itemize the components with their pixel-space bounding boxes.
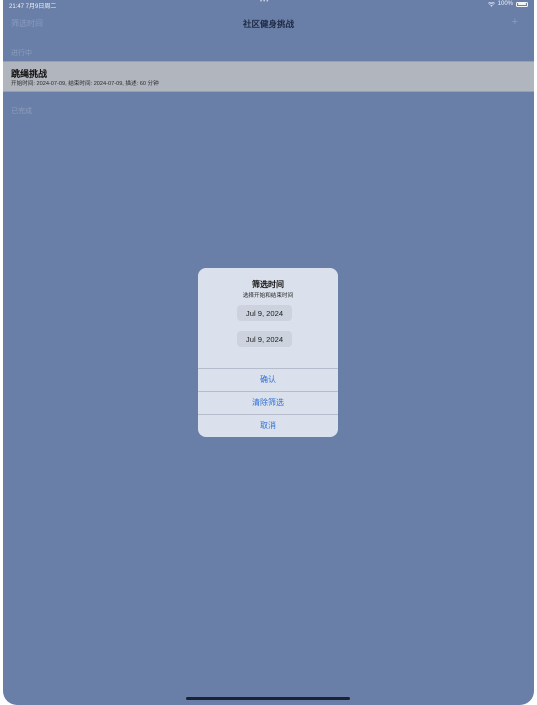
multitasking-dots-icon[interactable]: ••• bbox=[260, 0, 269, 5]
battery-icon bbox=[516, 1, 528, 7]
section-header-completed: 已完成 bbox=[11, 108, 32, 115]
challenge-details: 开始时间: 2024-07-09, 结束时间: 2024-07-09, 描述: … bbox=[11, 81, 159, 87]
page-title: 社区健身挑战 bbox=[242, 19, 294, 29]
status-time: 21:47 7月9日周二 bbox=[9, 4, 57, 10]
status-right: 100% bbox=[487, 1, 528, 7]
alert-title: 筛选时间 bbox=[252, 280, 284, 289]
confirm-button[interactable]: 确认 bbox=[198, 368, 338, 390]
app-screen: 21:47 7月9日周二 ••• 100% 筛选时间 社区健身挑战 + 进行中 … bbox=[3, 0, 534, 705]
list-item[interactable]: 跳绳挑战 开始时间: 2024-07-09, 结束时间: 2024-07-09,… bbox=[3, 61, 534, 92]
section-header-in-progress: 进行中 bbox=[11, 50, 32, 57]
navigation-bar: 筛选时间 社区健身挑战 + bbox=[3, 13, 534, 33]
status-bar: 21:47 7月9日周二 ••• 100% bbox=[3, 0, 534, 10]
wifi-icon bbox=[487, 1, 495, 7]
start-date-picker[interactable]: Jul 9, 2024 bbox=[237, 305, 292, 321]
clear-filter-button[interactable]: 清除筛选 bbox=[198, 391, 338, 413]
cancel-button[interactable]: 取消 bbox=[198, 414, 338, 436]
home-indicator[interactable] bbox=[186, 697, 350, 700]
filter-time-alert: 筛选时间 选择开始和结束时间 Jul 9, 2024 Jul 9, 2024 确… bbox=[198, 268, 338, 437]
add-button[interactable]: + bbox=[512, 16, 518, 28]
battery-percent: 100% bbox=[497, 1, 513, 7]
alert-message: 选择开始和结束时间 bbox=[242, 293, 294, 299]
end-date-picker[interactable]: Jul 9, 2024 bbox=[237, 331, 292, 347]
